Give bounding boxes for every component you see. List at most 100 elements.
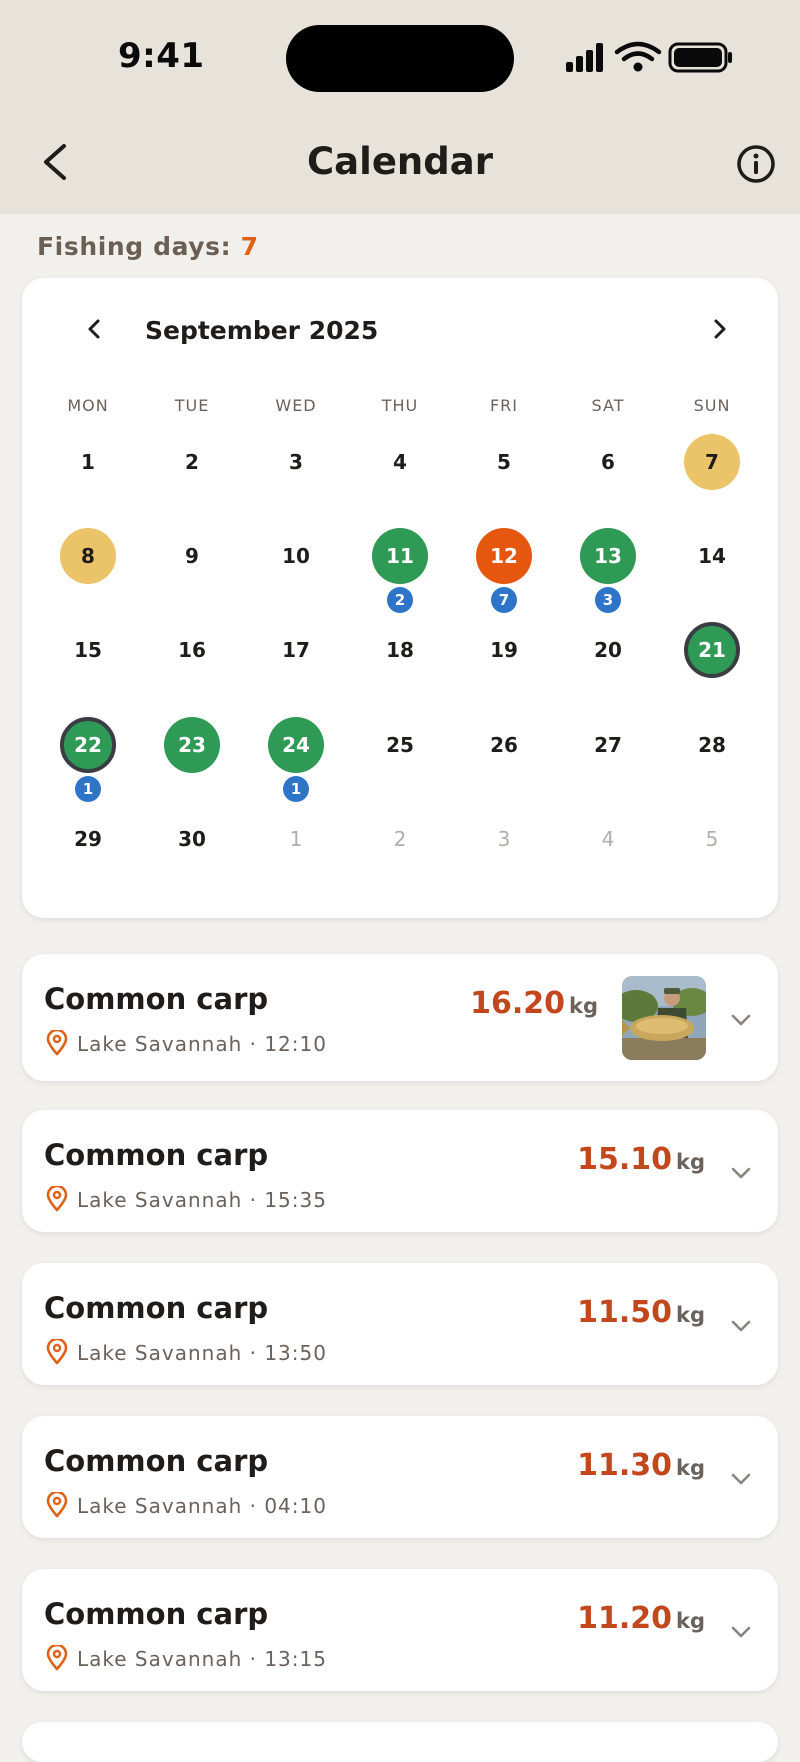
calendar-day[interactable]: 14 bbox=[684, 528, 740, 584]
catch-location-time: Lake Savannah · 13:15 bbox=[77, 1647, 327, 1671]
calendar-day[interactable]: 15 bbox=[60, 622, 116, 678]
map-pin-icon bbox=[46, 1643, 68, 1671]
calendar-day[interactable]: 19 bbox=[476, 622, 532, 678]
calendar-day[interactable]: 1 bbox=[60, 434, 116, 490]
info-circle-icon bbox=[737, 145, 775, 183]
catch-card[interactable]: Common carp Lake Savannah · 13:50 11.50 kg bbox=[22, 1263, 778, 1385]
catch-card[interactable]: Common carp Lake Savannah · 12:10 16.20 kg bbox=[22, 954, 778, 1081]
catch-location-time: Lake Savannah · 04:10 bbox=[77, 1494, 327, 1518]
signal-icon bbox=[566, 43, 603, 72]
app-header: 9:41 Calendar bbox=[0, 0, 800, 214]
map-pin-icon bbox=[46, 1490, 68, 1518]
catch-card[interactable]: Common carp Lake Savannah · 15:35 15.10 kg bbox=[22, 1110, 778, 1232]
info-button[interactable] bbox=[736, 144, 776, 184]
calendar-day-outside-month[interactable]: 1 bbox=[268, 811, 324, 867]
calendar-day[interactable]: 9 bbox=[164, 528, 220, 584]
calendar-day[interactable]: 12 bbox=[476, 528, 532, 584]
catch-species: Common carp bbox=[44, 1291, 269, 1325]
calendar-day[interactable]: 28 bbox=[684, 717, 740, 773]
catch-weight-unit: kg bbox=[676, 1150, 705, 1174]
chevron-down-icon[interactable] bbox=[727, 1010, 755, 1030]
weekday-label: THU bbox=[381, 396, 419, 415]
catch-weight-unit: kg bbox=[676, 1456, 705, 1480]
calendar-day[interactable]: 16 bbox=[164, 622, 220, 678]
calendar-day[interactable]: 5 bbox=[476, 434, 532, 490]
catch-weight: 11.30 kg bbox=[577, 1448, 705, 1483]
calendar-day[interactable]: 23 bbox=[164, 717, 220, 773]
calendar-day[interactable]: 24 bbox=[268, 717, 324, 773]
calendar-day[interactable]: 30 bbox=[164, 811, 220, 867]
catch-weight: 15.10 kg bbox=[577, 1142, 705, 1177]
map-pin-icon bbox=[46, 1184, 68, 1212]
weekday-label: SUN bbox=[693, 396, 731, 415]
month-label: September 2025 bbox=[145, 316, 379, 345]
chevron-down-icon[interactable] bbox=[727, 1622, 755, 1642]
calendar-day[interactable]: 3 bbox=[268, 434, 324, 490]
calendar-day[interactable]: 25 bbox=[372, 717, 428, 773]
catch-weight-unit: kg bbox=[676, 1609, 705, 1633]
previous-month-button[interactable] bbox=[80, 314, 110, 344]
fishing-days-count: 7 bbox=[240, 232, 259, 261]
page-title: Calendar bbox=[307, 140, 493, 183]
catch-count-badge: 3 bbox=[595, 587, 621, 613]
calendar-day-outside-month[interactable]: 3 bbox=[476, 811, 532, 867]
calendar-day[interactable]: 2 bbox=[164, 434, 220, 490]
calendar-day[interactable]: 8 bbox=[60, 528, 116, 584]
catch-count-badge: 1 bbox=[283, 776, 309, 802]
calendar-day[interactable]: 7 bbox=[684, 434, 740, 490]
catch-weight-value: 16.20 bbox=[470, 986, 565, 1021]
calendar-day[interactable]: 18 bbox=[372, 622, 428, 678]
battery-icon bbox=[668, 42, 732, 73]
fishing-days-label: Fishing days: bbox=[37, 232, 232, 261]
map-pin-icon bbox=[46, 1028, 68, 1056]
calendar-day[interactable]: 10 bbox=[268, 528, 324, 584]
calendar-day-outside-month[interactable]: 2 bbox=[372, 811, 428, 867]
chevron-down-icon[interactable] bbox=[727, 1163, 755, 1183]
map-pin-icon bbox=[46, 1337, 68, 1365]
catch-location-time: Lake Savannah · 12:10 bbox=[77, 1032, 327, 1056]
chevron-right-icon bbox=[714, 319, 726, 339]
calendar-day[interactable]: 20 bbox=[580, 622, 636, 678]
catch-weight: 11.50 kg bbox=[577, 1295, 705, 1330]
calendar-day[interactable]: 21 bbox=[684, 622, 740, 678]
wifi-icon bbox=[614, 41, 662, 62]
calendar-day[interactable]: 13 bbox=[580, 528, 636, 584]
catch-card-partial[interactable] bbox=[22, 1722, 778, 1762]
calendar-day-outside-month[interactable]: 5 bbox=[684, 811, 740, 867]
catch-weight-unit: kg bbox=[676, 1303, 705, 1327]
catch-count-badge: 1 bbox=[75, 776, 101, 802]
status-time: 9:41 bbox=[118, 36, 205, 76]
chevron-down-icon[interactable] bbox=[727, 1316, 755, 1336]
catch-card[interactable]: Common carp Lake Savannah · 13:15 11.20 kg bbox=[22, 1569, 778, 1691]
weekday-label: MON bbox=[67, 396, 109, 415]
calendar-day-outside-month[interactable]: 4 bbox=[580, 811, 636, 867]
catch-location-time: Lake Savannah · 15:35 bbox=[77, 1188, 327, 1212]
calendar-day[interactable]: 4 bbox=[372, 434, 428, 490]
calendar-day[interactable]: 29 bbox=[60, 811, 116, 867]
calendar-day[interactable]: 22 bbox=[60, 717, 116, 773]
catch-weight-value: 11.50 bbox=[577, 1295, 672, 1330]
weekday-label: SAT bbox=[591, 396, 625, 415]
catch-count-badge: 7 bbox=[491, 587, 517, 613]
calendar-card: September 2025 MON TUE WED THU FRI SAT SUN 123… bbox=[22, 278, 778, 918]
calendar-day[interactable]: 27 bbox=[580, 717, 636, 773]
weekday-label: TUE bbox=[174, 396, 210, 415]
catch-weight-value: 15.10 bbox=[577, 1142, 672, 1177]
catch-card[interactable]: Common carp Lake Savannah · 04:10 11.30 kg bbox=[22, 1416, 778, 1538]
chevron-down-icon[interactable] bbox=[727, 1469, 755, 1489]
calendar-day[interactable]: 11 bbox=[372, 528, 428, 584]
catch-species: Common carp bbox=[44, 1138, 269, 1172]
fishing-days-summary: Fishing days: 7 bbox=[37, 232, 259, 261]
catch-weight: 11.20 kg bbox=[577, 1601, 705, 1636]
calendar-day[interactable]: 17 bbox=[268, 622, 324, 678]
catch-species: Common carp bbox=[44, 1444, 269, 1478]
chevron-left-icon bbox=[88, 319, 100, 339]
weekday-label: FRI bbox=[489, 396, 519, 415]
weekday-label: WED bbox=[275, 396, 317, 415]
next-month-button[interactable] bbox=[704, 314, 734, 344]
calendar-day[interactable]: 26 bbox=[476, 717, 532, 773]
catch-weight-value: 11.30 bbox=[577, 1448, 672, 1483]
calendar-day[interactable]: 6 bbox=[580, 434, 636, 490]
catch-photo-thumbnail[interactable] bbox=[622, 976, 706, 1060]
catch-species: Common carp bbox=[44, 982, 269, 1016]
